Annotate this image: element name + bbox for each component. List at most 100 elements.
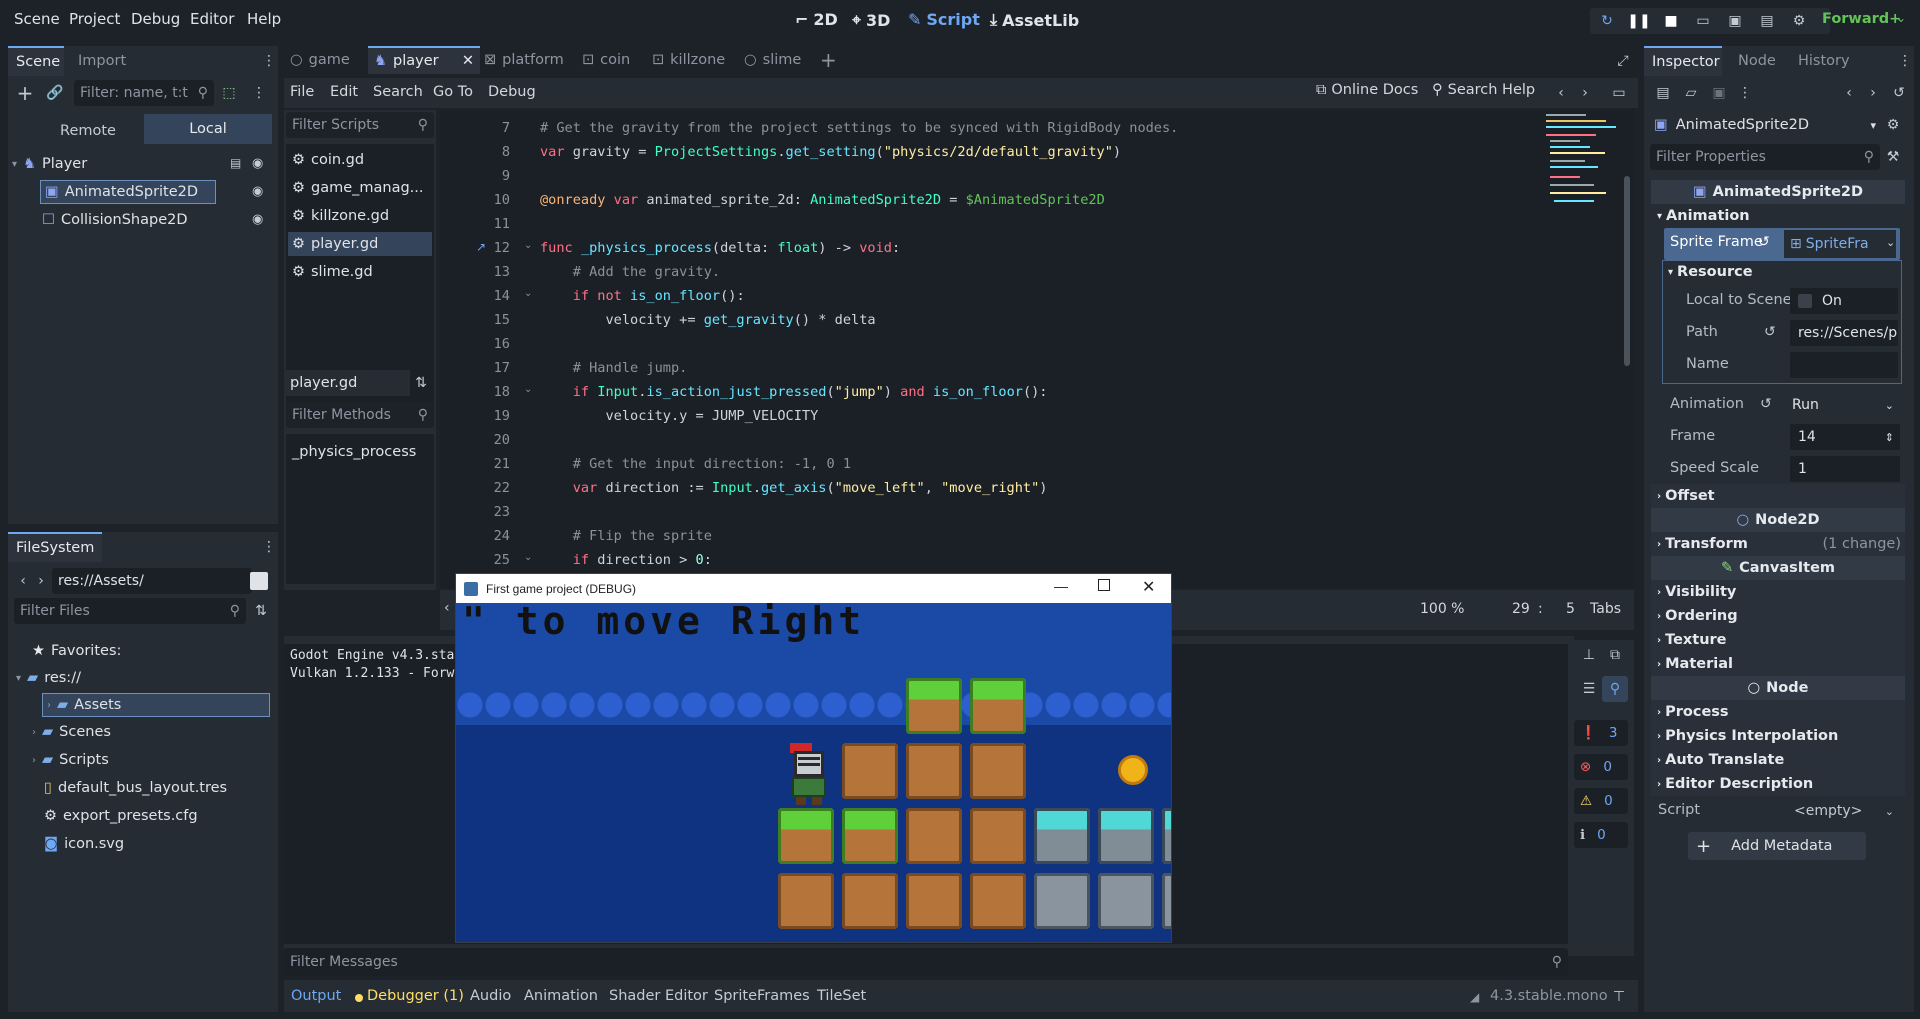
filter-scripts-input[interactable]: Filter Scripts ⚲ <box>286 112 434 138</box>
code-editor[interactable] <box>440 110 1634 588</box>
back-arrow-icon[interactable]: ‹ <box>1552 84 1570 102</box>
menu-dots-icon[interactable]: ⋮ <box>1896 52 1914 70</box>
visibility-eye-icon[interactable]: ◉ <box>252 184 263 199</box>
indent-mode[interactable]: Tabs <box>1590 601 1621 617</box>
tab-filesystem[interactable]: FileSystem <box>8 532 103 562</box>
speed-scale-field[interactable]: 1 <box>1790 456 1900 482</box>
tab-game[interactable]: ○ game <box>290 46 350 74</box>
fold-icon[interactable]: ⌄ <box>524 288 532 299</box>
menu-editor[interactable]: Editor <box>190 10 234 28</box>
reload-icon[interactable]: ↻ <box>1598 12 1616 30</box>
link-icon[interactable]: 🔗 <box>46 84 64 102</box>
bottom-tab-tileset[interactable]: TileSet <box>817 988 866 1004</box>
section-auto-translate[interactable]: › Auto Translate <box>1651 748 1905 772</box>
back-arrow-icon[interactable]: ‹ <box>14 572 32 590</box>
folder-scenes[interactable]: › ▰ Scenes <box>32 720 111 744</box>
tab-coin[interactable]: ⊡ coin <box>582 46 630 74</box>
tab-player[interactable]: ♞ player ✕ <box>368 46 480 74</box>
copy-icon[interactable]: ⧉ <box>1606 646 1624 664</box>
menu-dots-icon[interactable]: ⋮ <box>260 52 278 70</box>
local-to-scene-checkbox[interactable]: On <box>1790 288 1898 314</box>
tree-item-collisionshape2d[interactable]: ☐ CollisionShape2D <box>42 208 188 232</box>
fold-icon[interactable]: ⌄ <box>524 240 532 251</box>
script-item-slime[interactable]: ⚙ slime.gd <box>292 260 373 284</box>
visibility-eye-icon[interactable]: ◉ <box>252 212 263 227</box>
bottom-tab-spriteframes[interactable]: SpriteFrames <box>714 988 810 1004</box>
editor-message-count-button[interactable]: ℹ0 <box>1574 822 1628 848</box>
zoom-level[interactable]: 100 % <box>1420 601 1464 617</box>
back-arrow-icon[interactable]: ‹ <box>1840 84 1858 102</box>
add-metadata-button[interactable]: + Add Metadata <box>1688 832 1866 860</box>
folder-assets[interactable]: › ▰ Assets <box>42 693 270 717</box>
code-scrollbar[interactable] <box>1624 176 1630 366</box>
tab-slime[interactable]: ○ slime <box>744 46 801 74</box>
menu-project[interactable]: Project <box>69 10 120 28</box>
animation-select[interactable]: Run ⌄ <box>1784 392 1900 418</box>
tree-item-animatedsprite2d[interactable]: ▣ AnimatedSprite2D <box>40 180 216 204</box>
split-view-icon[interactable] <box>250 572 268 590</box>
game-viewport[interactable]: " to move Right <box>456 603 1171 942</box>
tab-killzone[interactable]: ⊡ killzone <box>652 46 725 74</box>
error-count-button[interactable]: ⊗ 0 <box>1574 754 1628 780</box>
section-physics-interpolation[interactable]: › Physics Interpolation <box>1651 724 1905 748</box>
file-icon-svg[interactable]: ◙ icon.svg <box>44 832 124 856</box>
bottom-tab-audio[interactable]: Audio <box>470 988 511 1004</box>
sort-icon[interactable]: ⇅ <box>412 374 430 392</box>
play-custom-icon[interactable]: ▤ <box>1758 12 1776 30</box>
close-icon[interactable]: ✕ <box>462 53 474 69</box>
script-item-coin[interactable]: ⚙ coin.gd <box>292 148 364 172</box>
tree-item-player[interactable]: ▾ ♞ Player <box>12 152 87 176</box>
forward-arrow-icon[interactable]: › <box>1864 84 1882 102</box>
workspace-assetlib-button[interactable]: ⤓ AssetLib <box>990 10 1079 30</box>
filter-files-input[interactable]: Filter Files ⚲ <box>14 598 246 624</box>
local-toggle[interactable]: Local <box>144 114 272 144</box>
filter-properties-input[interactable]: Filter Properties ⚲ <box>1650 144 1880 170</box>
section-transform[interactable]: › Transform (1 change) <box>1651 532 1905 556</box>
minimap[interactable] <box>1540 110 1624 250</box>
bottom-tab-output[interactable]: Output <box>291 988 341 1004</box>
remote-toggle[interactable]: Remote <box>26 118 150 144</box>
bottom-tab-debugger[interactable]: Debugger (1) <box>367 988 464 1004</box>
play-scene-icon[interactable]: ▣ <box>1726 12 1744 30</box>
add-tab-icon[interactable]: + <box>820 48 837 72</box>
filter-methods-input[interactable]: Filter Methods ⚲ <box>286 402 434 428</box>
renderer-label[interactable]: Forward+ <box>1822 11 1901 27</box>
script-icon[interactable]: ▤ <box>230 156 241 170</box>
node-settings-icon[interactable]: ⚙ <box>1884 116 1902 134</box>
workspace-script-button[interactable]: ✎ Script <box>908 10 980 29</box>
scene-filter-input[interactable]: Filter: name, t:t ⚲ <box>74 80 214 106</box>
visibility-eye-icon[interactable]: ◉ <box>252 156 263 171</box>
property-options-icon[interactable]: ⚒ <box>1884 148 1902 166</box>
attach-script-icon[interactable]: ⬚ <box>220 84 238 102</box>
script-menu-debug[interactable]: Debug <box>488 84 536 100</box>
section-ordering[interactable]: › Ordering <box>1651 604 1905 628</box>
toggle-panel-icon[interactable]: ▭ <box>1610 84 1628 102</box>
section-texture[interactable]: › Texture <box>1651 628 1905 652</box>
workspace-2d-button[interactable]: ⌐ 2D <box>795 10 838 29</box>
script-item-killzone[interactable]: ⚙ killzone.gd <box>292 204 389 228</box>
file-export-presets[interactable]: ⚙ export_presets.cfg <box>44 804 198 828</box>
filesystem-path-field[interactable]: res://Assets/ <box>52 568 252 594</box>
minimize-icon[interactable]: — <box>1054 578 1068 594</box>
menu-dots-icon[interactable]: ⋮ <box>1736 84 1754 102</box>
script-menu-edit[interactable]: Edit <box>330 84 358 100</box>
tab-history[interactable]: History <box>1790 46 1858 76</box>
add-node-icon[interactable]: + <box>16 83 34 103</box>
pin-panel-icon[interactable]: ⊤ <box>1610 988 1628 1006</box>
movie-maker-icon[interactable]: ⚙ <box>1790 12 1808 30</box>
game-debug-window[interactable]: First game project (DEBUG) — ✕ " to move… <box>455 573 1172 943</box>
forward-arrow-icon[interactable]: › <box>32 572 50 590</box>
close-icon[interactable]: ✕ <box>1142 577 1155 597</box>
section-animation[interactable]: ▾ Animation <box>1651 204 1905 228</box>
workspace-3d-button[interactable]: ⌖ 3D <box>852 10 890 30</box>
new-resource-icon[interactable]: ▤ <box>1654 84 1672 102</box>
search-icon[interactable]: ⚲ <box>1602 676 1628 702</box>
file-default-bus-layout[interactable]: ▯ default_bus_layout.tres <box>44 776 227 800</box>
chevron-down-icon[interactable]: ⌄ <box>1896 11 1906 25</box>
save-icon[interactable]: ▣ <box>1710 84 1728 102</box>
script-field[interactable]: <empty> ⌄ <box>1786 798 1900 824</box>
section-visibility[interactable]: › Visibility <box>1651 580 1905 604</box>
message-count-button[interactable]: ❗ 3 <box>1574 720 1628 746</box>
menu-help[interactable]: Help <box>247 10 281 28</box>
script-menu-search[interactable]: Search <box>373 84 423 100</box>
